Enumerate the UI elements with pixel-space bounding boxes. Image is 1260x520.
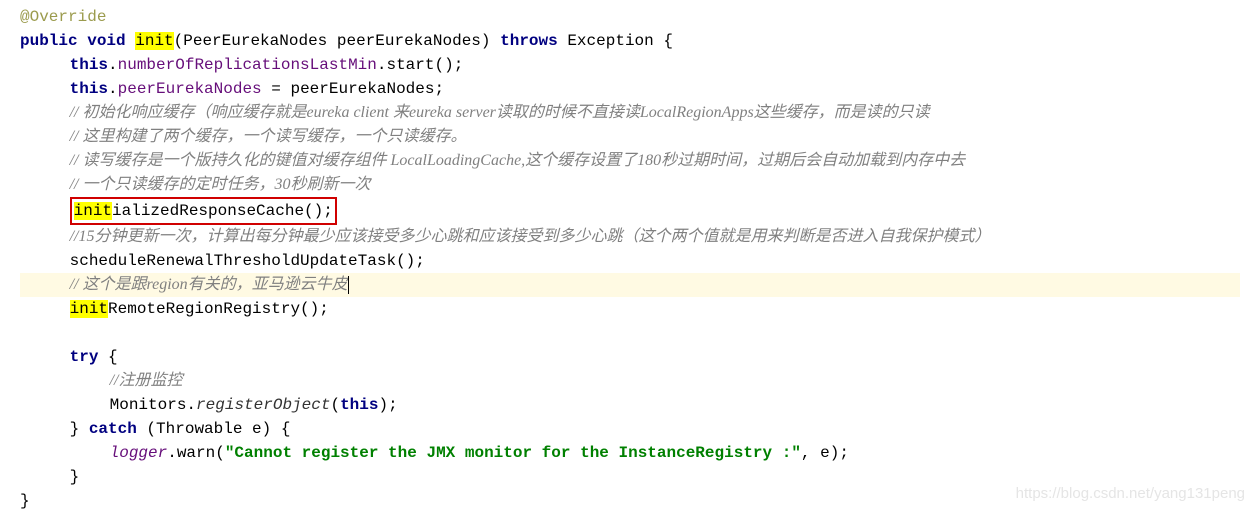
line-10: scheduleRenewalThresholdUpdateTask(); <box>20 249 1240 273</box>
line-comment-6-highlighted: // 这个是跟region有关的，亚马逊云牛皮 <box>20 273 1240 297</box>
this-kw: this <box>70 56 108 74</box>
comment: // 这个是跟region有关的，亚马逊云牛皮 <box>70 276 348 293</box>
method-rest: ializedResponseCache(); <box>112 202 333 220</box>
annotation: @Override <box>20 8 106 26</box>
line-15: Monitors.registerObject(this); <box>20 393 1240 417</box>
line-comment-4: // 一个只读缓存的定时任务，30秒刷新一次 <box>20 173 1240 197</box>
comment: // 这里构建了两个缓存，一个读写缓存，一个只读缓存。 <box>70 128 467 145</box>
comment: // 读写缓存是一个版持久化的键值对缓存组件 LocalLoadingCache… <box>70 152 966 169</box>
comment: // 初始化响应缓存（响应缓存就是eureka client 来eureka s… <box>70 104 930 121</box>
method-call: scheduleRenewalThresholdUpdateTask(); <box>70 252 425 270</box>
init-highlight: init <box>74 202 112 220</box>
line-comment-5: //15分钟更新一次，计算出每分钟最少应该接受多少心跳和应该接受到多少心跳（这个… <box>20 225 1240 249</box>
line-comment-1: // 初始化响应缓存（响应缓存就是eureka client 来eureka s… <box>20 101 1240 125</box>
comment: // 一个只读缓存的定时任务，30秒刷新一次 <box>70 176 371 193</box>
watermark: https://blog.csdn.net/yang131peng <box>1016 483 1245 506</box>
init-highlight: init <box>70 300 108 318</box>
kw-throws: throws <box>500 32 558 50</box>
brace: } <box>20 492 30 510</box>
line-2: public void init(PeerEurekaNodes peerEur… <box>20 29 1240 53</box>
comment: //15分钟更新一次，计算出每分钟最少应该接受多少心跳和应该接受到多少心跳（这个… <box>70 228 991 245</box>
red-highlight-box: initializedResponseCache(); <box>70 197 337 225</box>
comment: //注册监控 <box>110 372 183 389</box>
line-1: @Override <box>20 5 1240 29</box>
method-rest: RemoteRegionRegistry(); <box>108 300 329 318</box>
call: .start(); <box>377 56 463 74</box>
line-12: initRemoteRegionRegistry(); <box>20 297 1240 321</box>
assign: = peerEurekaNodes; <box>262 80 444 98</box>
class-ref: Monitors. <box>110 396 196 414</box>
this-kw: this <box>340 396 378 414</box>
string-literal: "Cannot register the JMX monitor for the… <box>225 444 801 462</box>
args-end: , e); <box>801 444 849 462</box>
text-cursor <box>348 276 349 294</box>
kw-public: public <box>20 32 78 50</box>
brace: } <box>70 468 80 486</box>
blank-line <box>20 321 1240 345</box>
line-comment-3: // 读写缓存是一个版持久化的键值对缓存组件 LocalLoadingCache… <box>20 149 1240 173</box>
kw-try: try <box>70 348 99 366</box>
line-comment-2: // 这里构建了两个缓存，一个读写缓存，一个只读缓存。 <box>20 125 1240 149</box>
method-name-highlight: init <box>135 32 173 50</box>
line-try: try { <box>20 345 1240 369</box>
line-17: logger.warn("Cannot register the JMX mon… <box>20 441 1240 465</box>
close-brace: } <box>70 420 89 438</box>
method-call-italic: registerObject <box>196 396 330 414</box>
params: (PeerEurekaNodes peerEurekaNodes) <box>174 32 491 50</box>
line-8: initializedResponseCache(); <box>20 197 1240 225</box>
brace: { <box>98 348 117 366</box>
catch-params: (Throwable e) { <box>137 420 291 438</box>
line-comment-7: //注册监控 <box>20 369 1240 393</box>
line-4: this.peerEurekaNodes = peerEurekaNodes; <box>20 77 1240 101</box>
kw-void: void <box>87 32 125 50</box>
kw-catch: catch <box>89 420 137 438</box>
field: numberOfReplicationsLastMin <box>118 56 377 74</box>
this-kw: this <box>70 80 108 98</box>
field: peerEurekaNodes <box>118 80 262 98</box>
method: .warn( <box>167 444 225 462</box>
line-catch: } catch (Throwable e) { <box>20 417 1240 441</box>
logger-field: logger <box>110 444 168 462</box>
line-3: this.numberOfReplicationsLastMin.start()… <box>20 53 1240 77</box>
exception: Exception { <box>567 32 673 50</box>
